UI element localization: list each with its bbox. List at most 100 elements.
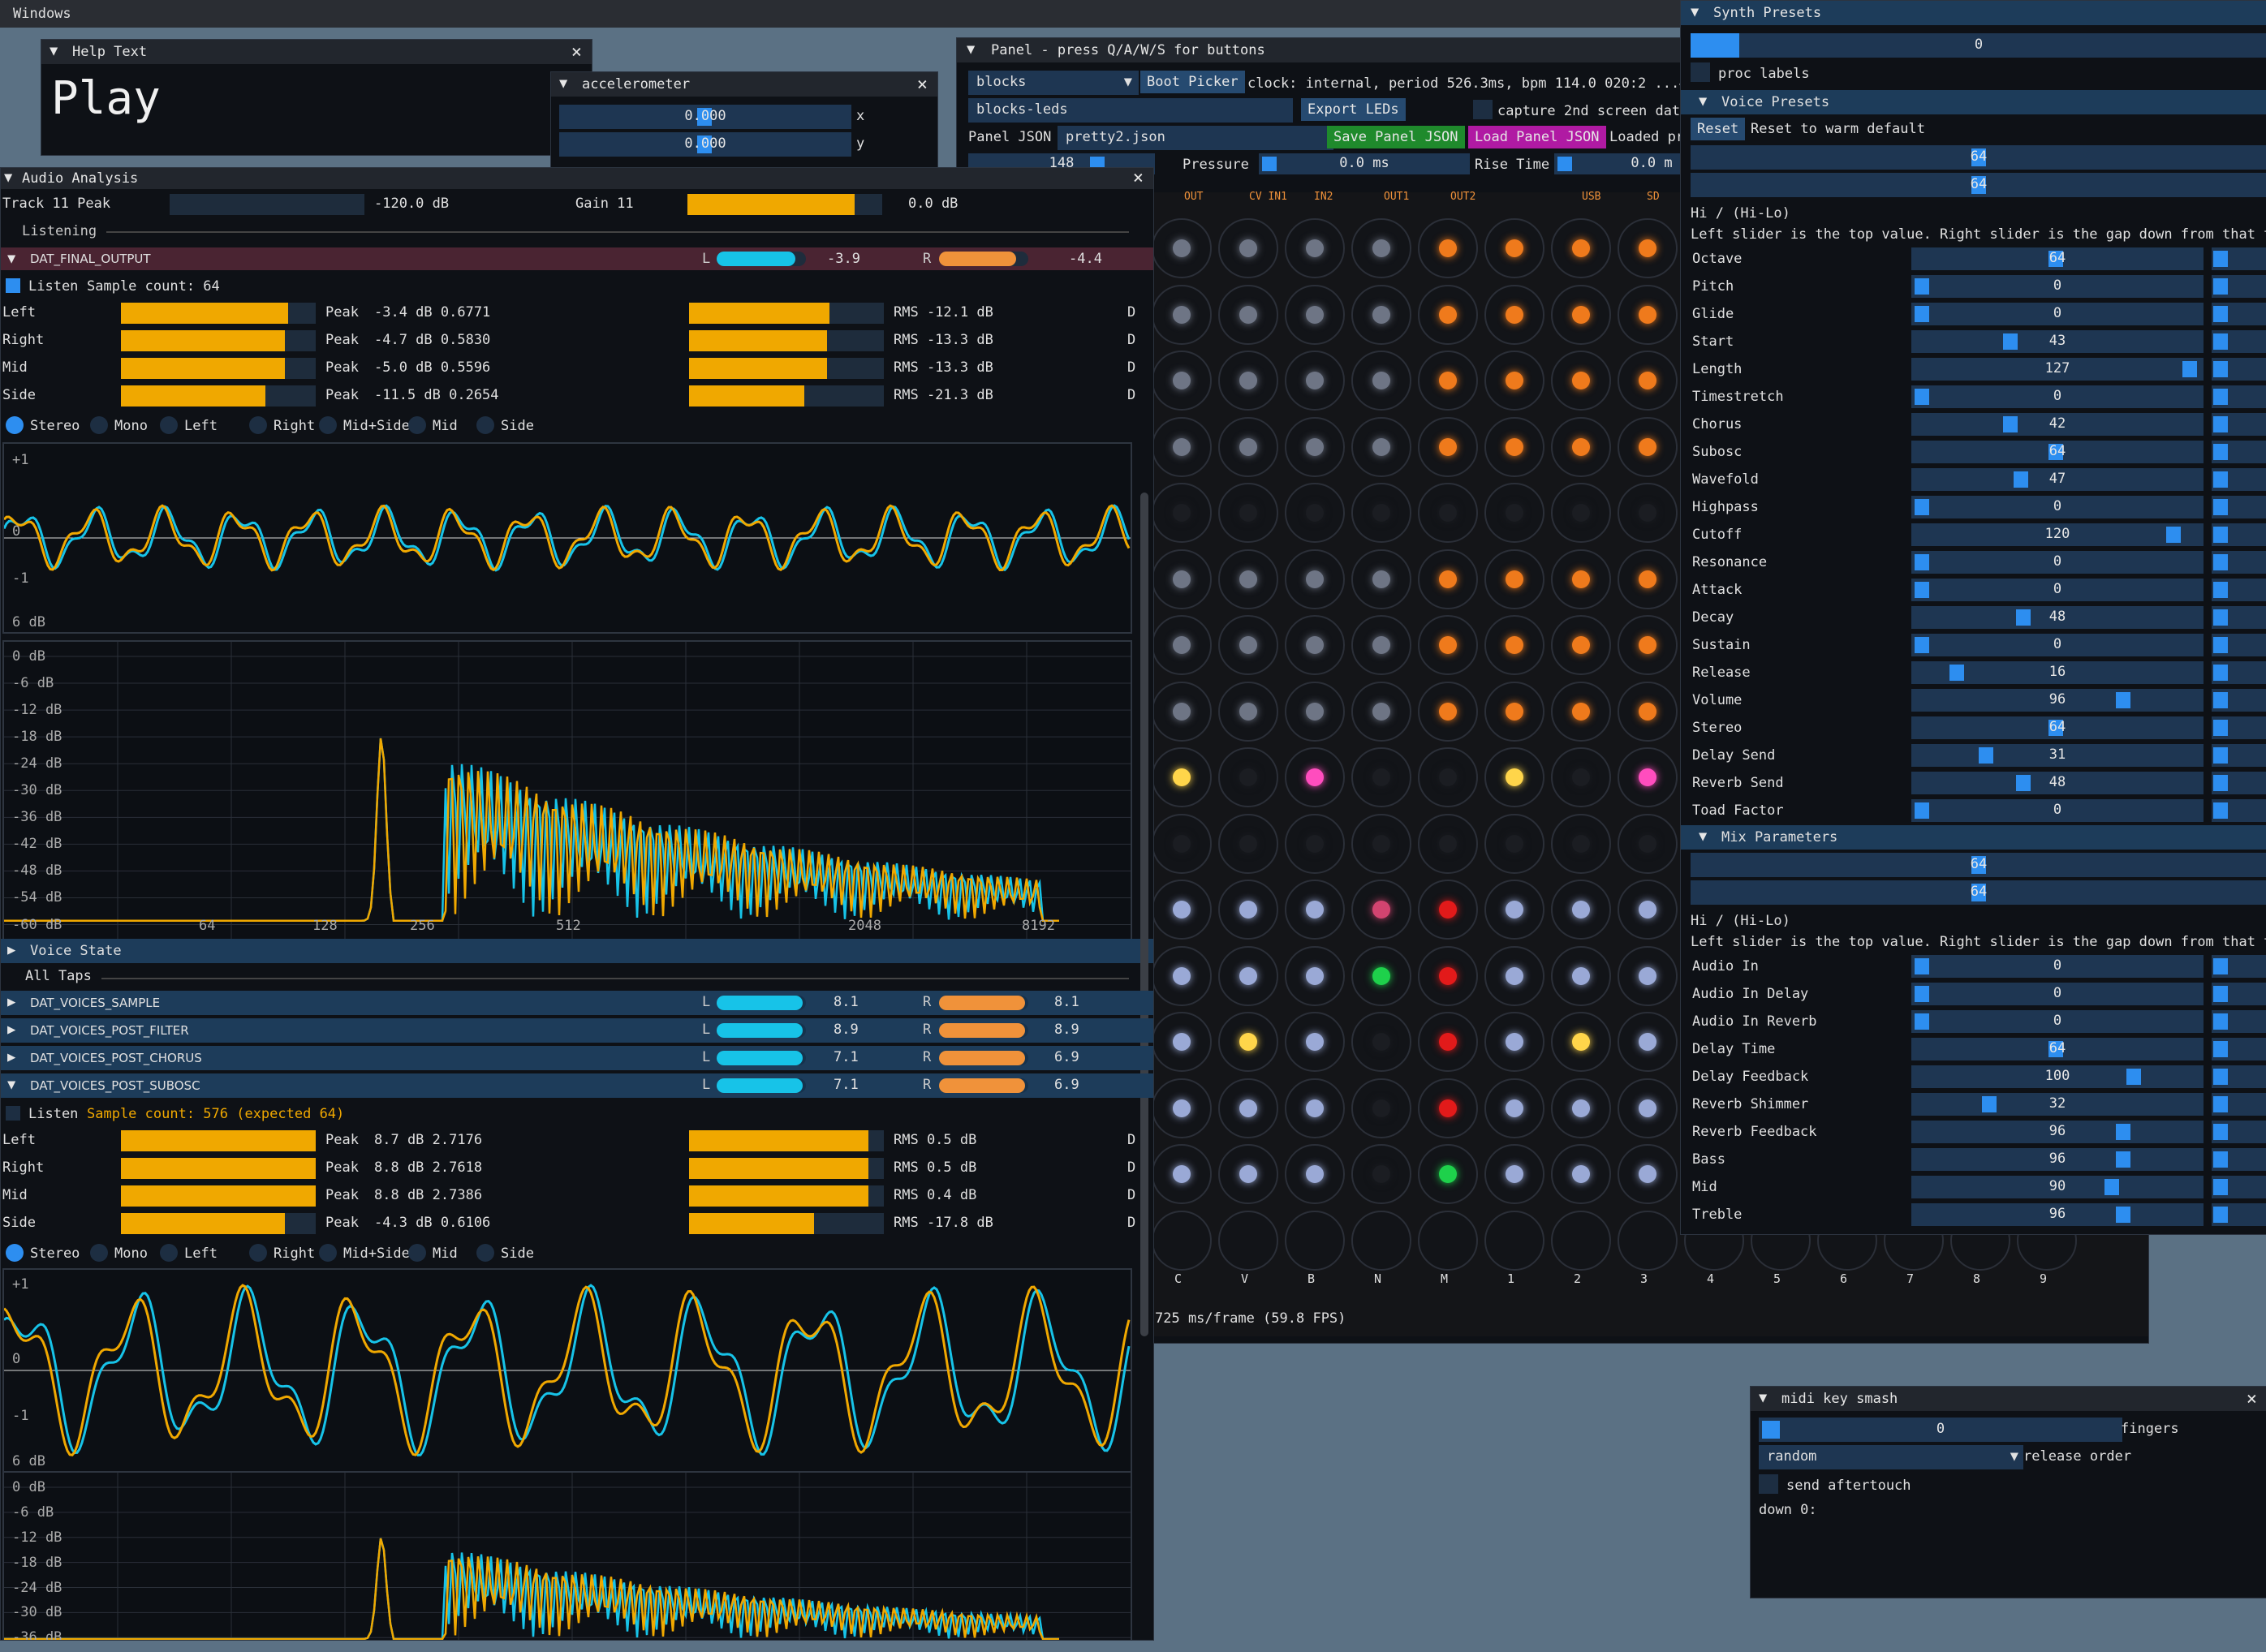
pad-button[interactable] (1218, 351, 1278, 411)
help-title-bar[interactable]: ▼ Help Text × (41, 40, 592, 64)
param-slider[interactable]: 48 (1911, 772, 2204, 794)
pad-button[interactable] (1484, 416, 1544, 477)
param-gap-slider[interactable] (2212, 1010, 2266, 1033)
pad-button[interactable] (1351, 615, 1411, 675)
pad-button[interactable] (1618, 218, 1678, 278)
pad-button[interactable] (1618, 945, 1678, 1006)
param-gap-slider[interactable] (2212, 1065, 2266, 1088)
param-slider[interactable]: 0 (1911, 983, 2204, 1005)
function-pad[interactable] (1218, 1210, 1278, 1271)
pad-button[interactable] (1152, 880, 1212, 940)
pad-button[interactable] (1351, 945, 1411, 1006)
pad-button[interactable] (1551, 351, 1611, 411)
close-icon[interactable]: × (917, 75, 928, 95)
param-gap-slider[interactable] (2212, 303, 2266, 325)
pad-button[interactable] (1351, 416, 1411, 477)
pad-button[interactable] (1418, 813, 1478, 874)
close-icon[interactable]: × (1133, 168, 1144, 188)
voice-state-header[interactable]: ▶ Voice State (1, 939, 1153, 963)
capture-checkbox[interactable] (1473, 100, 1493, 119)
param-slider[interactable]: 96 (1911, 1203, 2204, 1226)
pad-button[interactable] (1218, 945, 1278, 1006)
mode-radio-right[interactable] (249, 416, 267, 434)
pad-button[interactable] (1285, 880, 1345, 940)
pad-button[interactable] (1218, 1144, 1278, 1204)
function-pad[interactable] (1551, 1210, 1611, 1271)
param-gap-slider[interactable] (2212, 1148, 2266, 1171)
mix-parameters-header[interactable]: ▼ Mix Parameters (1681, 825, 2266, 850)
sub-listen-checkbox[interactable] (6, 1106, 20, 1121)
param-slider[interactable]: 100 (1911, 1065, 2204, 1088)
pad-button[interactable] (1285, 1078, 1345, 1138)
pad-button[interactable] (1484, 747, 1544, 807)
pad-button[interactable] (1418, 549, 1478, 609)
pad-button[interactable] (1285, 1144, 1345, 1204)
param-gap-slider[interactable] (2212, 1093, 2266, 1116)
audio-title-bar[interactable]: ▼ Audio Analysis × (1, 168, 1153, 189)
param-gap-slider[interactable] (2212, 1203, 2266, 1226)
accel-title-bar[interactable]: ▼ accelerometer × (551, 72, 937, 97)
pad-button[interactable] (1152, 284, 1212, 345)
pad-button[interactable] (1418, 880, 1478, 940)
function-pad[interactable] (1152, 1210, 1212, 1271)
pad-button[interactable] (1484, 813, 1544, 874)
pad-button[interactable] (1218, 218, 1278, 278)
mode-radio-mono[interactable] (90, 416, 108, 434)
mode-radio-side[interactable] (476, 1244, 494, 1262)
collapse-arrow-icon[interactable]: ▼ (559, 75, 567, 92)
param-gap-slider[interactable] (2212, 661, 2266, 684)
mode-radio-stereo[interactable] (6, 416, 24, 434)
pad-button[interactable] (1551, 1012, 1611, 1072)
mode-radio-mid[interactable] (408, 1244, 426, 1262)
param-slider[interactable]: 0 (1911, 1010, 2204, 1033)
pad-button[interactable] (1551, 218, 1611, 278)
collapse-arrow-icon[interactable]: ▼ (50, 43, 58, 59)
pad-button[interactable] (1218, 1078, 1278, 1138)
param-gap-slider[interactable] (2212, 468, 2266, 491)
pad-button[interactable] (1484, 1012, 1544, 1072)
pad-button[interactable] (1351, 549, 1411, 609)
mode-radio-stereo[interactable] (6, 1244, 24, 1262)
pad-button[interactable] (1551, 880, 1611, 940)
pad-button[interactable] (1418, 351, 1478, 411)
pad-button[interactable] (1618, 1078, 1678, 1138)
param-slider[interactable]: 32 (1911, 1093, 2204, 1116)
pad-button[interactable] (1551, 681, 1611, 742)
param-gap-slider[interactable] (2212, 275, 2266, 298)
pad-button[interactable] (1285, 549, 1345, 609)
mode-radio-mid-side[interactable] (319, 1244, 337, 1262)
param-gap-slider[interactable] (2212, 955, 2266, 978)
windows-menu[interactable]: Windows (13, 6, 71, 22)
pad-button[interactable] (1152, 747, 1212, 807)
voice-hi-slider[interactable]: 64 (1691, 145, 2266, 170)
pad-button[interactable] (1618, 351, 1678, 411)
pad-button[interactable] (1285, 813, 1345, 874)
pad-button[interactable] (1418, 747, 1478, 807)
mode-radio-mono[interactable] (90, 1244, 108, 1262)
param-gap-slider[interactable] (2212, 551, 2266, 574)
pad-button[interactable] (1551, 945, 1611, 1006)
pad-button[interactable] (1152, 483, 1212, 543)
pad-button[interactable] (1551, 549, 1611, 609)
param-slider[interactable]: 0 (1911, 634, 2204, 656)
pad-button[interactable] (1551, 1144, 1611, 1204)
mode-radio-side[interactable] (476, 416, 494, 434)
param-gap-slider[interactable] (2212, 413, 2266, 436)
param-slider[interactable]: 64 (1911, 441, 2204, 463)
pad-button[interactable] (1285, 416, 1345, 477)
pad-button[interactable] (1618, 549, 1678, 609)
pad-button[interactable] (1618, 483, 1678, 543)
param-gap-slider[interactable] (2212, 579, 2266, 601)
synth-title-bar[interactable]: ▼ Synth Presets (1681, 1, 2266, 25)
param-slider[interactable]: 47 (1911, 468, 2204, 491)
pad-button[interactable] (1618, 813, 1678, 874)
pad-button[interactable] (1351, 351, 1411, 411)
pad-button[interactable] (1218, 1012, 1278, 1072)
final-output-header[interactable]: ▼ DAT_FINAL_OUTPUT L -3.9 R -4.4 (1, 247, 1153, 270)
pad-button[interactable] (1551, 483, 1611, 543)
pad-button[interactable] (1418, 1078, 1478, 1138)
mode-radio-right[interactable] (249, 1244, 267, 1262)
pad-button[interactable] (1285, 615, 1345, 675)
param-gap-slider[interactable] (2212, 744, 2266, 767)
pad-button[interactable] (1618, 880, 1678, 940)
